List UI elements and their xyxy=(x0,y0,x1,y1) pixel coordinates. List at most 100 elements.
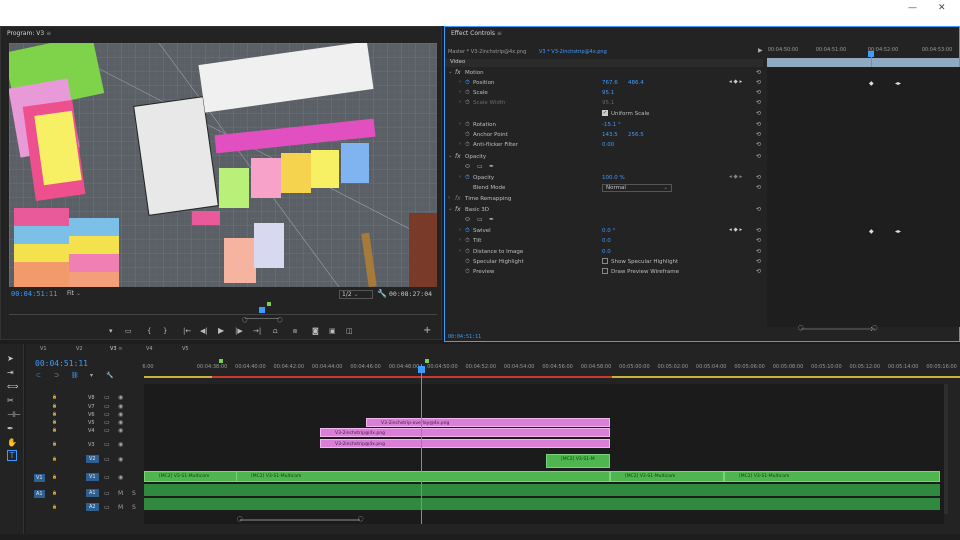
slip-tool-icon[interactable]: ⊣⊢ xyxy=(7,410,21,419)
row-motion[interactable]: ⌄ fx Motion ⟲ xyxy=(445,69,763,79)
reset-icon[interactable]: ⟲ xyxy=(756,268,761,275)
vertical-scrollbar[interactable] xyxy=(944,384,948,514)
lock-icon[interactable]: 🔒 xyxy=(52,490,57,495)
row-distance[interactable]: › ⏱ Distance to Image 0.0 ⟲ xyxy=(445,248,763,258)
timeline-playhead-head[interactable] xyxy=(418,366,425,373)
keyframe-nav[interactable]: ◂ ◆ ▸ xyxy=(729,227,742,233)
clip-v5[interactable]: V3-2inchstrip-overlay@4x.png xyxy=(366,418,610,427)
clip-v1-d[interactable]: [MC2] V3-S1-Multicam xyxy=(724,471,940,482)
sync-lock-icon[interactable]: ▭ xyxy=(104,394,110,401)
pen-mask-icon[interactable]: ✒ xyxy=(489,216,494,223)
source-patch-v[interactable]: V1 xyxy=(34,474,45,482)
marker-icon[interactable]: ▾ xyxy=(90,372,93,379)
add-button[interactable]: + xyxy=(423,325,431,336)
row-scale[interactable]: › ⏱ Scale 95.1 ⟲ xyxy=(445,89,763,99)
eye-icon[interactable]: ◉ xyxy=(118,441,123,448)
reset-icon[interactable]: ⟲ xyxy=(756,141,761,148)
extract-button[interactable]: ⩎ xyxy=(293,327,297,336)
keyframe-nav[interactable]: ◂ ◆ ▸ xyxy=(729,174,742,180)
reset-icon[interactable]: ⟲ xyxy=(756,227,761,234)
reset-icon[interactable]: ⟲ xyxy=(756,69,761,76)
video-frame[interactable] xyxy=(9,43,437,287)
multicam-button[interactable]: ▣ xyxy=(329,327,336,335)
row-basic-3d[interactable]: ⌄ fx Basic 3D ⟲ xyxy=(445,206,763,216)
resolution-dropdown[interactable]: 1/2 ⌄ xyxy=(339,290,373,299)
pen-mask-icon[interactable]: ✒ xyxy=(489,163,494,170)
timeline-scroll[interactable]: ◯ ◯ xyxy=(237,516,364,522)
lift-button[interactable]: ⩍ xyxy=(273,327,278,336)
eye-icon[interactable]: ◉ xyxy=(118,394,123,401)
lock-icon[interactable]: 🔒 xyxy=(52,474,57,479)
timeline-playhead[interactable] xyxy=(421,364,422,524)
lock-icon[interactable]: 🔒 xyxy=(52,403,57,408)
eye-icon[interactable]: ◉ xyxy=(118,456,123,463)
keyframe-arrow[interactable]: ◂▸ xyxy=(895,80,901,87)
program-title[interactable]: Program: V3 ≡ xyxy=(7,30,51,37)
reset-icon[interactable]: ⟲ xyxy=(756,206,761,213)
mute-button[interactable]: M xyxy=(118,504,123,511)
scroll-handle-right[interactable]: ◯ xyxy=(277,317,283,323)
clip-label[interactable]: V3 * V3-2inchstrip@4x.png xyxy=(539,49,607,55)
row-specular[interactable]: ⏱ Specular Highlight Show Specular Highlig… xyxy=(445,258,763,268)
row-basic3d-masks[interactable]: ⬭ ▭ ✒ xyxy=(445,216,763,226)
ellipse-mask-icon[interactable]: ⬭ xyxy=(465,216,470,224)
lock-icon[interactable]: 🔒 xyxy=(52,427,57,432)
reset-icon[interactable]: ⟲ xyxy=(756,248,761,255)
timeline-timecode[interactable]: 00:04:51:11 xyxy=(35,359,88,368)
source-patch-a[interactable]: A1 xyxy=(34,490,45,498)
pen-tool-icon[interactable]: ✒ xyxy=(7,424,14,433)
preview-checkbox[interactable] xyxy=(602,268,608,274)
sync-lock-icon[interactable]: ▭ xyxy=(104,490,110,497)
marker-button[interactable]: ▾ xyxy=(109,327,113,335)
go-to-in-button[interactable]: |← xyxy=(183,327,191,335)
mark-in-button[interactable]: { xyxy=(147,327,151,335)
row-uniform-scale[interactable]: ✓ Uniform Scale ⟲ xyxy=(445,110,763,120)
scroll-handle-left[interactable]: ◯ xyxy=(242,317,248,323)
mark-out-button[interactable]: } xyxy=(163,327,167,335)
selection-tool-icon[interactable]: ➤ xyxy=(7,354,14,363)
sync-lock-icon[interactable]: ▭ xyxy=(104,474,110,481)
row-time-remapping[interactable]: › fx Time Remapping xyxy=(445,195,763,205)
step-back-button[interactable]: ◀| xyxy=(200,327,208,335)
clip-v3[interactable]: V3-2inchstrip@4x.png xyxy=(320,439,610,448)
reset-icon[interactable]: ⟲ xyxy=(756,121,761,128)
wrench-icon[interactable]: 🔧 xyxy=(377,289,387,298)
solo-button[interactable]: S xyxy=(132,504,136,511)
lock-icon[interactable]: 🔒 xyxy=(52,504,57,509)
specular-checkbox[interactable] xyxy=(602,258,608,264)
effect-controls-title[interactable]: Effect Controls ≡ xyxy=(451,30,502,37)
go-to-out-button[interactable]: →| xyxy=(253,327,261,335)
row-position[interactable]: › ⏱ Position 767.6 486.4 ◂ ◆ ▸ ⟲ xyxy=(445,79,763,89)
keyframe-nav[interactable]: ◂ ◆ ▸ xyxy=(729,79,742,85)
rect-mask-icon[interactable]: ▭ xyxy=(477,216,483,223)
scroll-range[interactable]: ◯ ◯ xyxy=(242,317,283,323)
row-anchor-point[interactable]: ⏱ Anchor Point 143.5 256.5 ⟲ xyxy=(445,131,763,141)
scroll-handle-right[interactable]: ◯ xyxy=(358,516,364,522)
link-icon[interactable]: ⛓ xyxy=(71,372,79,379)
track-tab-v1[interactable]: V1 xyxy=(40,346,47,352)
track-tab-v2[interactable]: V2 xyxy=(76,346,83,352)
solo-button[interactable]: S xyxy=(132,490,136,497)
reset-icon[interactable]: ⟲ xyxy=(756,79,761,86)
track-name[interactable]: V3 xyxy=(88,442,95,448)
ellipse-mask-icon[interactable]: ⬭ xyxy=(465,163,470,171)
sync-lock-icon[interactable]: ▭ xyxy=(104,427,110,434)
ec-playhead-head[interactable] xyxy=(868,51,874,57)
reset-icon[interactable]: ⟲ xyxy=(756,237,761,244)
play-button[interactable]: ▶ xyxy=(218,326,224,335)
clip-a2[interactable] xyxy=(144,498,940,510)
row-tilt[interactable]: › ⏱ Tilt 0.0 ⟲ xyxy=(445,237,763,247)
blend-mode-dropdown[interactable]: Normal ⌄ xyxy=(602,184,672,192)
reset-icon[interactable]: ⟲ xyxy=(756,184,761,191)
lock-icon[interactable]: 🔒 xyxy=(52,411,57,416)
track-tab-v4[interactable]: V4 xyxy=(146,346,153,352)
reset-icon[interactable]: ⟲ xyxy=(756,174,761,181)
linked-icon[interactable]: ⊃ xyxy=(54,372,59,379)
eye-icon[interactable]: ◉ xyxy=(118,474,123,481)
safe-margins-button[interactable]: ▭ xyxy=(125,327,132,335)
sync-lock-icon[interactable]: ▭ xyxy=(104,456,110,463)
ec-play-icon[interactable]: ▶ xyxy=(758,47,763,54)
master-label[interactable]: Master * V3-2inchstrip@4x.png xyxy=(448,49,526,55)
reset-icon[interactable]: ⟲ xyxy=(756,153,761,160)
settings-wrench-icon[interactable]: 🔧 xyxy=(106,372,113,379)
